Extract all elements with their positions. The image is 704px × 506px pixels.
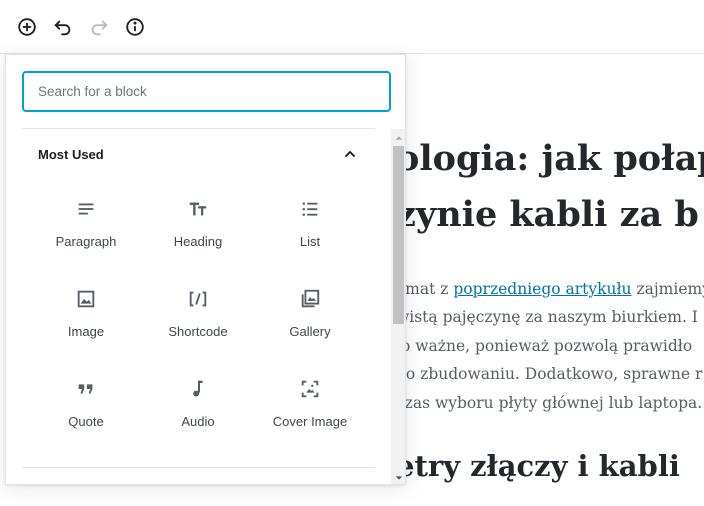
block-label: List (299, 234, 321, 249)
block-label: Quote (68, 414, 104, 429)
post-title[interactable]: ologia: jak połap zynie kabli za b (396, 131, 704, 243)
block-label: Image (67, 324, 105, 339)
editor-toolbar (0, 0, 704, 54)
audio-icon (186, 377, 210, 401)
block-paragraph[interactable]: Paragraph (30, 189, 142, 279)
redo-icon (91, 20, 108, 36)
block-heading[interactable]: Heading (142, 189, 254, 279)
block-audio[interactable]: Audio (142, 369, 254, 459)
info-button[interactable] (121, 13, 149, 41)
block-label: Heading (173, 234, 223, 249)
scroll-down-arrow-icon[interactable] (391, 469, 405, 484)
plus-circle-icon (18, 18, 36, 36)
panel-header-toggle[interactable]: Most Used (22, 129, 375, 179)
paragraph-block[interactable]: emat z poprzedniego artykułu zajmiemy wi… (396, 275, 704, 417)
block-label: Paragraph (55, 234, 117, 249)
paragraph-line: wistą pajęczynę za naszym biurkiem. I (396, 308, 698, 327)
shortcode-icon (186, 287, 210, 311)
divider (22, 467, 375, 468)
post-title-line: ologia: jak połap (396, 138, 704, 179)
add-block-button[interactable] (13, 13, 41, 41)
scrollbar-thumb[interactable] (393, 146, 404, 324)
heading-icon (186, 197, 210, 221)
post-title-line: zynie kabli za b (396, 194, 699, 235)
paragraph-text: zajmiemy (631, 280, 704, 298)
block-gallery[interactable]: Gallery (254, 279, 366, 369)
block-label: Shortcode (168, 324, 228, 339)
undo-icon (54, 20, 71, 36)
block-inserter-popover: Most Used Paragraph Heading (5, 54, 406, 485)
inserter-scrollbar[interactable] (391, 129, 405, 484)
undo-button[interactable] (49, 13, 77, 41)
panel-title: Most Used (38, 146, 104, 162)
block-label: Gallery (289, 324, 331, 339)
paragraph-line: czas wyboru płyty głównej lub laptopa. (396, 393, 703, 412)
cover-image-icon (298, 377, 322, 401)
quote-icon (74, 377, 98, 401)
block-list[interactable]: List (254, 189, 366, 279)
paragraph-line: go zbudowaniu. Dodatkowo, sprawne r (396, 365, 703, 384)
block-label: Audio (181, 414, 215, 429)
redo-button[interactable] (85, 13, 113, 41)
heading-block[interactable]: etry złączy i kabli (396, 449, 680, 483)
block-cover-image[interactable]: Cover Image (254, 369, 366, 459)
block-image[interactable]: Image (30, 279, 142, 369)
paragraph-line: ło ważne, ponieważ pozwolą prawidło (396, 336, 693, 355)
block-shortcode[interactable]: Shortcode (142, 279, 254, 369)
block-search-input[interactable] (22, 71, 391, 112)
info-icon (126, 18, 144, 36)
previous-article-link[interactable]: poprzedniego artykułu (453, 280, 631, 298)
paragraph-icon (74, 197, 98, 221)
list-icon (298, 197, 322, 221)
gallery-icon (298, 287, 322, 311)
chevron-up-icon (341, 145, 359, 163)
block-label: Cover Image (272, 414, 348, 429)
image-icon (74, 287, 98, 311)
block-quote[interactable]: Quote (30, 369, 142, 459)
paragraph-line: emat z poprzedniego artykułu zajmiemy (396, 275, 704, 303)
search-wrapper (22, 71, 391, 112)
scroll-up-arrow-icon[interactable] (391, 129, 405, 146)
block-grid: Paragraph Heading List Image Shortcode G… (30, 189, 366, 459)
most-used-panel: Most Used Paragraph Heading List Image S… (6, 129, 391, 484)
